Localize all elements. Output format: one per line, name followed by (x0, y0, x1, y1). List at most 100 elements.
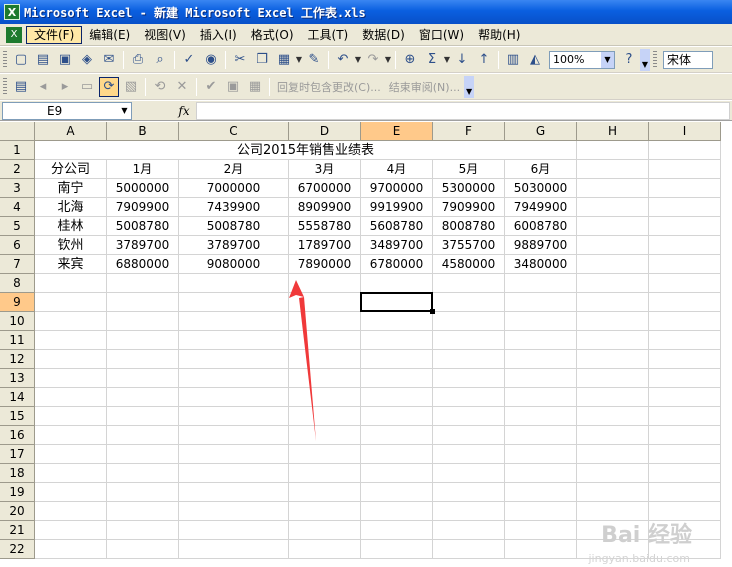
data-cell[interactable]: 钦州 (35, 236, 107, 255)
data-cell[interactable]: 5月 (433, 160, 505, 179)
format-painter-icon[interactable]: ✎ (304, 50, 324, 70)
data-cell[interactable]: 3755700 (433, 236, 505, 255)
empty-cell[interactable] (361, 502, 433, 521)
empty-cell[interactable] (289, 388, 361, 407)
data-cell[interactable]: 4月 (361, 160, 433, 179)
empty-cell[interactable] (107, 331, 179, 350)
data-cell[interactable]: 7000000 (179, 179, 289, 198)
research-icon[interactable]: ◉ (201, 50, 221, 70)
empty-cell[interactable] (35, 274, 107, 293)
data-cell[interactable]: 7949900 (505, 198, 577, 217)
empty-cell[interactable] (649, 350, 721, 369)
row-header[interactable]: 1 (0, 141, 35, 160)
empty-cell[interactable] (361, 350, 433, 369)
empty-cell[interactable] (361, 293, 433, 312)
empty-cell[interactable] (433, 293, 505, 312)
review-delete-icon[interactable]: ✕ (172, 77, 192, 97)
empty-cell[interactable] (649, 160, 721, 179)
empty-cell[interactable] (179, 331, 289, 350)
row-header[interactable]: 6 (0, 236, 35, 255)
empty-cell[interactable] (107, 350, 179, 369)
data-cell[interactable]: 5030000 (505, 179, 577, 198)
empty-cell[interactable] (505, 350, 577, 369)
empty-cell[interactable] (433, 426, 505, 445)
chart-wizard-icon[interactable]: ▥ (503, 50, 523, 70)
empty-cell[interactable] (433, 331, 505, 350)
data-cell[interactable]: 1月 (107, 160, 179, 179)
row-header[interactable]: 9 (0, 293, 35, 312)
column-header[interactable]: C (179, 122, 289, 141)
empty-cell[interactable] (35, 483, 107, 502)
empty-cell[interactable] (35, 369, 107, 388)
menu-item[interactable]: 视图(V) (137, 26, 193, 44)
review-forward-icon[interactable]: ▸ (55, 77, 75, 97)
row-header[interactable]: 2 (0, 160, 35, 179)
empty-cell[interactable] (577, 464, 649, 483)
empty-cell[interactable] (649, 331, 721, 350)
empty-cell[interactable] (505, 426, 577, 445)
empty-cell[interactable] (649, 255, 721, 274)
review-next-icon[interactable]: ⟲ (150, 77, 170, 97)
empty-cell[interactable] (179, 502, 289, 521)
data-cell[interactable]: 9889700 (505, 236, 577, 255)
empty-cell[interactable] (649, 217, 721, 236)
hyperlink-icon[interactable]: ⊕ (400, 50, 420, 70)
empty-cell[interactable] (649, 426, 721, 445)
zoom-select[interactable]: 100% ▼ (549, 50, 615, 69)
column-header[interactable]: F (433, 122, 505, 141)
empty-cell[interactable] (289, 293, 361, 312)
empty-cell[interactable] (433, 312, 505, 331)
row-header[interactable]: 16 (0, 426, 35, 445)
empty-cell[interactable] (179, 445, 289, 464)
empty-cell[interactable] (433, 464, 505, 483)
data-cell[interactable]: 3480000 (505, 255, 577, 274)
empty-cell[interactable] (107, 388, 179, 407)
empty-cell[interactable] (289, 274, 361, 293)
sort-ascending-icon[interactable]: ↓ (452, 50, 472, 70)
empty-cell[interactable] (35, 293, 107, 312)
empty-cell[interactable] (505, 331, 577, 350)
empty-cell[interactable] (433, 407, 505, 426)
empty-cell[interactable] (179, 407, 289, 426)
empty-cell[interactable] (649, 236, 721, 255)
excel-app-icon[interactable]: X (4, 4, 20, 20)
autosum-dropdown-icon[interactable]: ▼ (443, 55, 451, 64)
column-header[interactable]: A (35, 122, 107, 141)
toolbar-grip[interactable] (3, 77, 7, 96)
data-cell[interactable]: 9080000 (179, 255, 289, 274)
email-icon[interactable]: ✉ (99, 50, 119, 70)
empty-cell[interactable] (649, 293, 721, 312)
zoom-dropdown-icon[interactable]: ▼ (601, 51, 614, 68)
empty-cell[interactable] (577, 141, 649, 160)
empty-cell[interactable] (179, 483, 289, 502)
data-cell[interactable]: 3789700 (107, 236, 179, 255)
empty-cell[interactable] (289, 331, 361, 350)
empty-cell[interactable] (179, 521, 289, 540)
data-cell[interactable]: 8008780 (433, 217, 505, 236)
row-header[interactable]: 11 (0, 331, 35, 350)
reply-with-changes-button[interactable]: 回复时包含更改(C)... (277, 79, 381, 95)
column-header[interactable]: D (289, 122, 361, 141)
menu-item[interactable]: 帮助(H) (471, 26, 527, 44)
empty-cell[interactable] (505, 312, 577, 331)
select-all-corner[interactable] (0, 122, 35, 141)
workbook-icon[interactable]: X (6, 26, 22, 43)
empty-cell[interactable] (179, 369, 289, 388)
empty-cell[interactable] (649, 388, 721, 407)
undo-dropdown-icon[interactable]: ▼ (354, 55, 362, 64)
column-header[interactable]: G (505, 122, 577, 141)
empty-cell[interactable] (433, 369, 505, 388)
empty-cell[interactable] (35, 312, 107, 331)
review-show-icon[interactable]: ▧ (121, 77, 141, 97)
empty-cell[interactable] (179, 350, 289, 369)
empty-cell[interactable] (107, 312, 179, 331)
empty-cell[interactable] (107, 407, 179, 426)
data-cell[interactable]: 3月 (289, 160, 361, 179)
row-header[interactable]: 3 (0, 179, 35, 198)
empty-cell[interactable] (577, 388, 649, 407)
empty-cell[interactable] (649, 464, 721, 483)
data-cell[interactable]: 5558780 (289, 217, 361, 236)
data-cell[interactable]: 6780000 (361, 255, 433, 274)
empty-cell[interactable] (179, 293, 289, 312)
data-cell[interactable]: 5300000 (433, 179, 505, 198)
